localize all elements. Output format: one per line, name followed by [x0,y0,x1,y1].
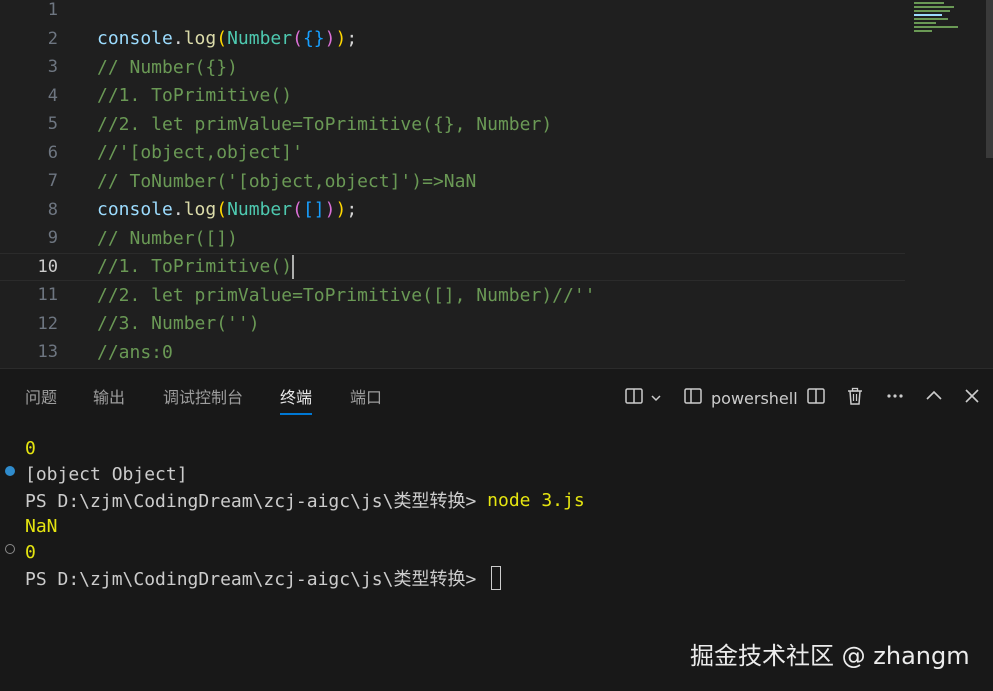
token-console: console [97,199,173,221]
terminal-cursor [491,566,502,590]
prompt-text: PS D:\zjm\CodingDream\zcj-aigc\js\类型转换> [25,569,488,590]
code-comment: //1. ToPrimitive() [97,255,293,277]
layout-button[interactable] [624,385,662,411]
watermark: 掘金技术社区 @ zhangm [690,642,970,670]
text-cursor [292,254,295,279]
code-line[interactable]: 1 [0,0,905,25]
code-line[interactable]: 7 // ToNumber('[object,object]')=>NaN [0,167,905,196]
code-line[interactable]: 11 //2. let primValue=ToPrimitive([], Nu… [0,281,905,310]
minimap[interactable] [910,0,986,40]
terminal-line: 0 [25,437,36,459]
terminal-line: NaN [25,515,58,537]
trash-icon [845,386,865,410]
maximize-panel-button[interactable] [924,385,944,411]
code-comment: //ans:0 [97,341,173,363]
token-class: Number [227,199,293,221]
terminal-line: [object Object] [25,463,188,485]
token-paren: ) [324,28,336,50]
token-method: log [183,199,217,221]
code-line[interactable]: 12 //3. Number('') [0,310,905,339]
token-paren: ) [335,28,347,50]
code-line[interactable]: 8 console.log(Number([])); [0,196,905,225]
tab-debug-console[interactable]: 调试控制台 [163,387,243,413]
more-actions-button[interactable] [885,385,905,411]
code-line[interactable]: 3 // Number({}) [0,53,905,82]
close-panel-button[interactable] [962,385,982,411]
line-number: 3 [47,57,58,78]
line-number: 9 [47,228,58,249]
code-comment: //2. let primValue=ToPrimitive([], Numbe… [97,284,596,306]
line-number: 5 [47,114,58,135]
chevron-up-icon [924,386,944,410]
tab-output[interactable]: 输出 [93,387,125,413]
token-paren: ) [335,199,347,221]
command-success-icon[interactable] [5,466,15,476]
terminal-prompt-line: PS D:\zjm\CodingDream\zcj-aigc\js\类型转换> [25,565,502,591]
code-editor[interactable]: 1 2 console.log(Number({})); 3 // Number… [0,0,993,368]
line-number: 7 [47,171,58,192]
tab-problems[interactable]: 问题 [25,387,57,413]
token-paren: ) [324,199,336,221]
line-number: 11 [37,285,58,306]
command-text: node 3.js [487,489,585,511]
split-terminal-icon [806,386,826,410]
token-class: Number [227,28,293,50]
token-paren: ( [216,199,228,221]
shell-name: powershell [711,388,798,408]
split-layout-icon [624,386,644,410]
token-console: console [97,28,173,50]
kill-terminal-button[interactable] [845,385,865,411]
panel-tab-bar: 问题 输出 调试控制台 终端 端口 powershell [0,369,993,427]
code-comment: //2. let primValue=ToPrimitive({}, Numbe… [97,113,553,135]
code-text: console.log(Number([])); [97,199,357,220]
code-line[interactable]: 2 console.log(Number({})); [0,25,905,54]
line-number: 8 [47,199,58,220]
token-semicolon: ; [346,199,358,221]
prompt-text: PS D:\zjm\CodingDream\zcj-aigc\js\类型转换> [25,491,488,512]
terminal-selector[interactable]: powershell [683,385,798,411]
command-decoration-icon[interactable] [5,544,15,554]
token-brace: {} [302,28,325,50]
token-method: log [183,28,217,50]
terminal-prompt-line: PS D:\zjm\CodingDream\zcj-aigc\js\类型转换> … [25,487,585,513]
line-number: 1 [47,0,58,21]
token-dot: . [172,199,184,221]
code-comment: //'[object,object]' [97,142,303,164]
token-paren: ( [292,199,303,221]
code-line[interactable]: 5 //2. let primValue=ToPrimitive({}, Num… [0,110,905,139]
split-terminal-button[interactable] [806,385,826,411]
code-comment: // ToNumber('[object,object]')=>NaN [97,170,477,192]
line-number: 2 [47,28,58,49]
close-icon [962,386,982,410]
tab-terminal[interactable]: 终端 [280,387,313,415]
code-text: console.log(Number({})); [97,28,357,49]
token-paren: ( [292,28,303,50]
code-comment: // Number({}) [97,56,238,78]
line-number: 10 [37,256,58,277]
line-number: 6 [47,142,58,163]
token-paren: ( [216,28,228,50]
editor-scrollbar[interactable] [986,0,993,158]
code-comment: //1. ToPrimitive() [97,85,293,107]
code-line[interactable]: 6 //'[object,object]' [0,139,905,168]
code-comment: // Number([]) [97,227,238,249]
token-dot: . [172,28,184,50]
code-line[interactable]: 9 // Number([]) [0,224,905,253]
code-comment: //3. Number('') [97,313,260,335]
chevron-down-icon[interactable] [650,389,662,408]
token-semicolon: ; [346,28,358,50]
terminal-icon [683,386,703,410]
line-number: 4 [47,85,58,106]
more-icon [885,386,905,410]
terminal-line: 0 [25,541,36,563]
tab-ports[interactable]: 端口 [350,387,382,413]
code-line[interactable]: 13 //ans:0 [0,338,905,367]
code-line-active[interactable]: 10 //1. ToPrimitive() [0,253,905,282]
token-bracket: [] [302,199,325,221]
line-number: 13 [37,342,58,363]
line-number: 12 [37,313,58,334]
code-line[interactable]: 4 //1. ToPrimitive() [0,82,905,111]
